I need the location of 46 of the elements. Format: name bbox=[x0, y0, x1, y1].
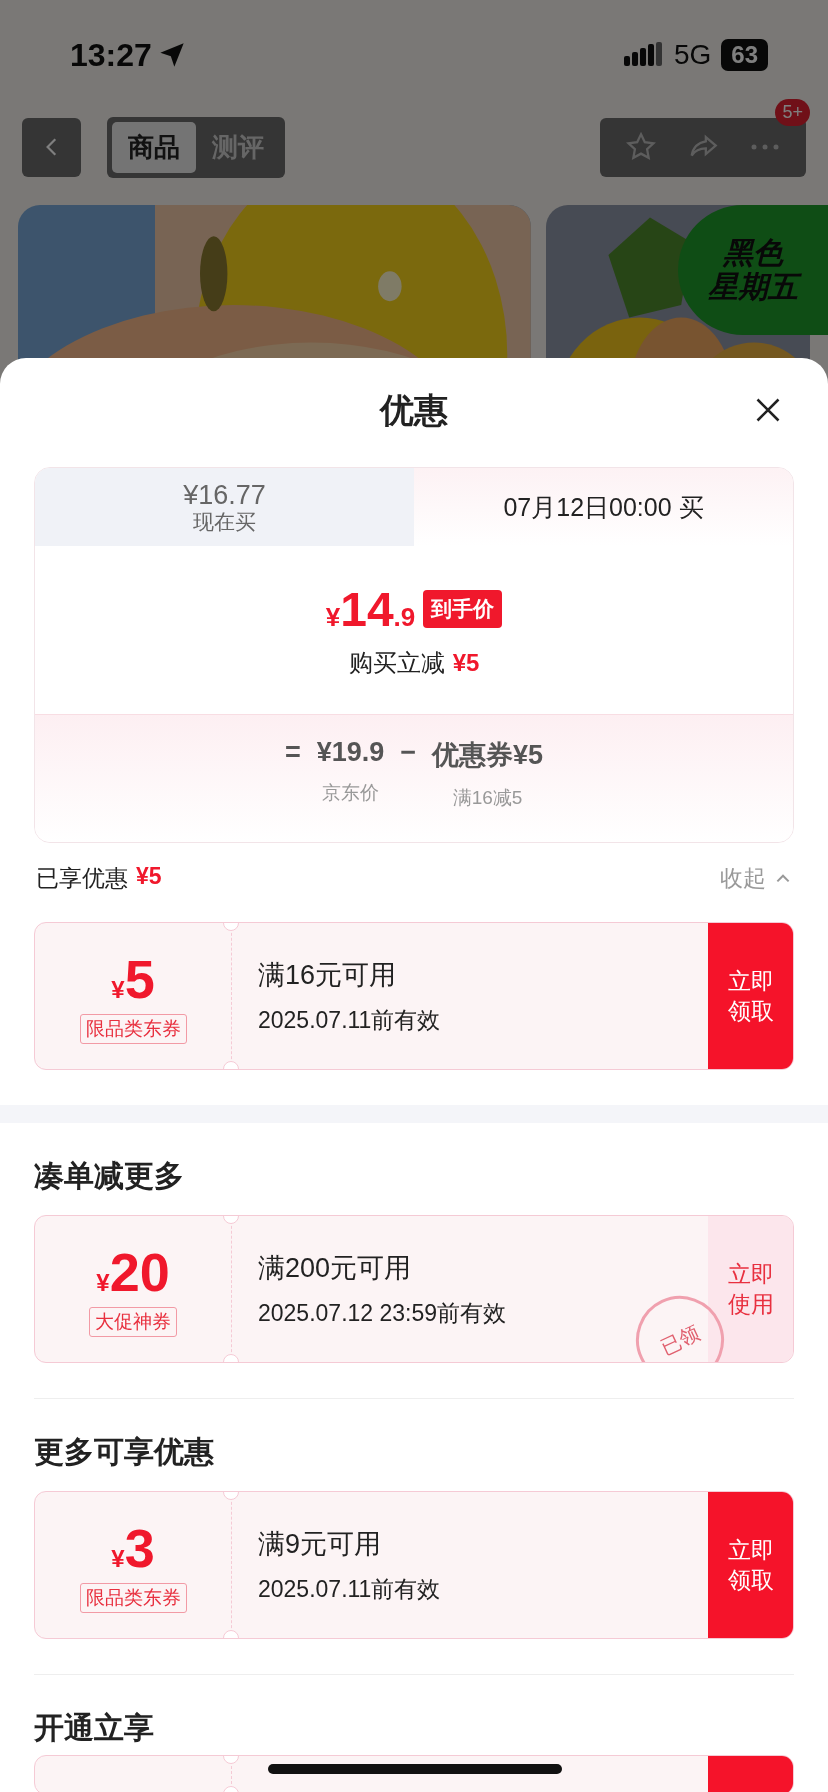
section-heading: 凑单减更多 bbox=[33, 1158, 185, 1194]
tab-label: 现在买 bbox=[193, 510, 256, 534]
applied-label: 已享优惠 bbox=[36, 863, 128, 893]
coupon-amount: ¥20 bbox=[96, 1241, 170, 1303]
coupon-action-button[interactable]: 立即领取 bbox=[708, 923, 793, 1069]
price-text: ¥16.77 bbox=[183, 480, 266, 510]
coupon-validity: 2025.07.11前有效 bbox=[258, 1574, 442, 1604]
battery-icon: 63 bbox=[721, 39, 768, 71]
breakdown-value: ¥19.9 bbox=[316, 737, 385, 768]
coupon-tag: 大促神券 bbox=[89, 1307, 177, 1337]
section-heading: 更多可享优惠 bbox=[33, 1434, 215, 1470]
discount-label: 购买立减 bbox=[348, 647, 445, 678]
discount-amount: ¥5 bbox=[452, 648, 480, 677]
breakdown-note: 京东价 bbox=[321, 781, 379, 805]
coupon-tag: 限品类东券 bbox=[79, 1014, 187, 1044]
close-icon[interactable] bbox=[754, 396, 782, 424]
equals-sign: = bbox=[284, 737, 301, 768]
coupon-condition: 满9元可用 bbox=[258, 1527, 383, 1561]
coupon-action-button[interactable] bbox=[708, 1756, 793, 1792]
sheet-title: 优惠 bbox=[380, 390, 448, 431]
minus-sign: − bbox=[400, 737, 417, 768]
collapse-toggle[interactable]: 收起 bbox=[720, 862, 792, 894]
breakdown-value: 优惠券¥5 bbox=[432, 739, 544, 772]
applied-amount: ¥5 bbox=[136, 862, 162, 891]
network-label: 5G bbox=[673, 39, 712, 71]
back-button[interactable] bbox=[22, 117, 81, 177]
price-tag: 到手价 bbox=[423, 590, 503, 628]
clock-time: 13:27 bbox=[70, 36, 152, 74]
coupon-condition: 满16元可用 bbox=[258, 958, 398, 992]
coupon-condition: 满200元可用 bbox=[258, 1251, 413, 1285]
segment-tab[interactable]: 商品 bbox=[112, 121, 196, 173]
coupon-tag: 限品类东券 bbox=[79, 1583, 187, 1613]
coupon-action-button[interactable]: 立即使用 bbox=[708, 1216, 793, 1362]
section-heading: 开通立享 bbox=[33, 1710, 155, 1746]
price-tab[interactable]: ¥16.77 现在买 bbox=[35, 468, 414, 546]
coupon-validity: 2025.07.12 23:59前有效 bbox=[258, 1298, 508, 1328]
coupon-validity: 2025.07.11前有效 bbox=[258, 1005, 442, 1035]
coupon-amount: ¥5 bbox=[111, 948, 155, 1010]
signal-icon bbox=[623, 42, 664, 68]
promo-text: 黑色 bbox=[723, 236, 783, 270]
final-price: ¥14.9 bbox=[325, 581, 416, 637]
coupon-amount: ¥3 bbox=[111, 1517, 155, 1579]
coupon-action-button[interactable]: 立即领取 bbox=[708, 1492, 793, 1638]
tab-label: 07月12日00:00 买 bbox=[503, 491, 704, 523]
notification-badge: 5+ bbox=[775, 99, 810, 126]
breakdown-note: 满16减5 bbox=[452, 786, 523, 810]
